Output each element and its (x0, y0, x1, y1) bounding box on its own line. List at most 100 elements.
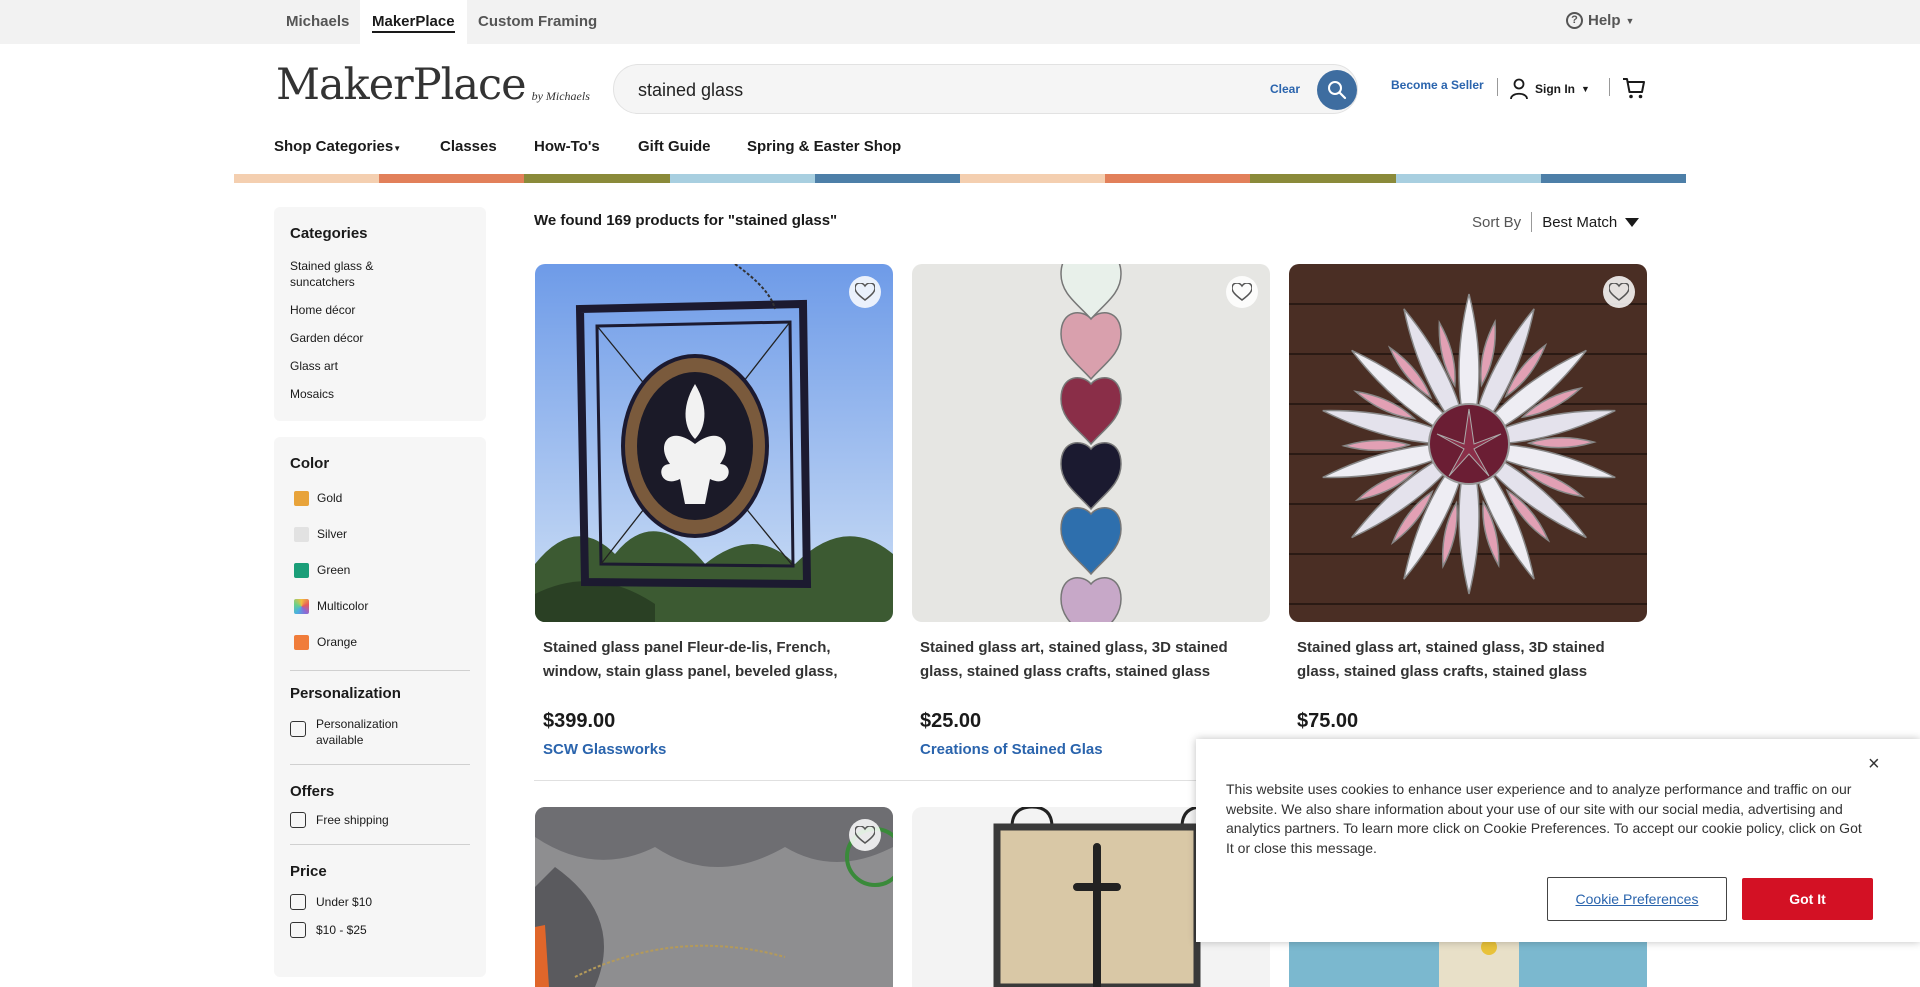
color-filter-gold[interactable]: Gold (290, 480, 470, 516)
color-swatch (294, 562, 309, 578)
cookie-message: This website uses cookies to enhance use… (1226, 781, 1862, 856)
category-home-decor[interactable]: Home décor (290, 302, 470, 318)
color-filter-orange[interactable]: Orange (290, 624, 470, 660)
category-mosaics[interactable]: Mosaics (290, 386, 470, 402)
product-price: $75.00 (1297, 710, 1359, 732)
close-icon[interactable]: × (1868, 753, 1880, 776)
help-menu[interactable]: ? Help ▼ (1566, 12, 1634, 29)
caret-down-icon: ▼ (393, 144, 402, 153)
header-divider (1497, 78, 1498, 96)
checkbox[interactable] (290, 812, 306, 828)
categories-panel: Categories Stained glass & suncatchers H… (274, 207, 486, 421)
search-button[interactable] (1317, 70, 1357, 110)
search-bar: Clear (613, 64, 1358, 114)
clear-button[interactable]: Clear (1270, 82, 1300, 96)
shop-name-link[interactable]: SCW Glassworks (543, 741, 885, 758)
color-label: Silver (317, 527, 348, 541)
stripe-segment (1105, 174, 1251, 183)
nav-shop-categories[interactable]: Shop Categories▼ (274, 138, 401, 158)
product-card[interactable]: Stained glass art, stained glass, 3D sta… (912, 264, 1270, 758)
category-stained-glass[interactable]: Stained glass & suncatchers (290, 258, 400, 290)
price-filter-under-10[interactable]: Under $10 (290, 894, 470, 910)
divider (290, 844, 470, 845)
help-icon: ? (1566, 12, 1583, 29)
personalization-filter[interactable]: Personalization available (290, 716, 470, 748)
product-title[interactable]: Stained glass panel Fleur-de-lis, French… (543, 636, 885, 684)
filters-panel: Color Gold Silver Green Multicolor Orang… (274, 437, 486, 977)
tab-michaels[interactable]: Michaels (274, 0, 361, 44)
nav-gift-guide[interactable]: Gift Guide (638, 138, 711, 158)
product-card[interactable]: Stained glass panel Fleur-de-lis, French… (535, 264, 893, 758)
product-title[interactable]: Stained glass art, stained glass, 3D sta… (920, 636, 1262, 684)
stripe-segment (1250, 174, 1396, 183)
got-it-button[interactable]: Got It (1742, 878, 1873, 920)
checkbox[interactable] (290, 894, 306, 910)
stripe-segment (379, 174, 525, 183)
help-label: Help (1588, 12, 1621, 29)
sort-dropdown[interactable]: Best Match (1542, 214, 1640, 231)
stripe-segment (814, 174, 961, 183)
favorite-button[interactable] (1226, 276, 1258, 308)
color-filter-green[interactable]: Green (290, 552, 470, 588)
favorite-button[interactable] (849, 819, 881, 851)
price-filter-10-25[interactable]: $10 - $25 (290, 922, 470, 938)
color-filter-silver[interactable]: Silver (290, 516, 470, 552)
checkbox[interactable] (290, 922, 306, 938)
product-title[interactable]: Stained glass art, stained glass, 3D sta… (1297, 636, 1639, 684)
divider (290, 670, 470, 671)
sort-label: Sort By (1472, 213, 1522, 231)
checkbox[interactable] (290, 721, 306, 737)
product-image[interactable] (535, 807, 893, 987)
heart-icon (855, 283, 875, 301)
product-price: $399.00 (543, 710, 616, 732)
tab-makerplace[interactable]: MakerPlace (360, 0, 467, 44)
category-glass-art[interactable]: Glass art (290, 358, 470, 374)
user-icon (1510, 78, 1528, 100)
search-input[interactable] (638, 75, 1218, 105)
nav-spring-easter-shop[interactable]: Spring & Easter Shop (747, 138, 901, 158)
heart-icon (1232, 283, 1252, 301)
color-label: Multicolor (317, 599, 369, 613)
logo-by-text: by Michaels (531, 89, 590, 103)
color-swatch (294, 490, 309, 506)
checkbox-label: Personalization available (316, 717, 399, 747)
favorite-button[interactable] (1603, 276, 1635, 308)
checkbox-label: Free shipping (316, 813, 389, 827)
sign-in-label: Sign In (1535, 82, 1575, 96)
caret-down-icon: ▼ (1625, 15, 1635, 26)
personalization-heading: Personalization (290, 685, 401, 702)
makerplace-logo[interactable]: MakerPlace by Michaels (276, 60, 590, 110)
category-garden-decor[interactable]: Garden décor (290, 330, 470, 346)
color-swatch (294, 598, 309, 614)
favorite-button[interactable] (849, 276, 881, 308)
color-swatch (294, 526, 309, 542)
sign-in-menu[interactable]: Sign In ▼ (1509, 78, 1590, 100)
stripe-segment (960, 174, 1106, 183)
free-shipping-filter[interactable]: Free shipping (290, 812, 470, 828)
heart-icon (855, 826, 875, 844)
cookie-banner: × This website uses cookies to enhance u… (1196, 739, 1920, 942)
become-seller-link[interactable]: Become a Seller (1391, 78, 1484, 92)
stripe-segment (1540, 174, 1687, 183)
cart-button[interactable] (1622, 76, 1646, 105)
color-label: Green (317, 563, 351, 577)
color-label: Orange (317, 635, 358, 649)
checkbox-label: Under $10 (316, 895, 373, 909)
product-image[interactable] (912, 264, 1270, 622)
product-price: $25.00 (920, 710, 982, 732)
nav-classes[interactable]: Classes (440, 138, 497, 158)
product-image[interactable] (1289, 264, 1647, 622)
stripe-segment (669, 174, 815, 183)
checkbox-label: $10 - $25 (316, 923, 367, 937)
nav-how-tos[interactable]: How-To's (534, 138, 600, 158)
offers-heading: Offers (290, 783, 335, 800)
sort-control: Sort By Best Match (1472, 212, 1640, 232)
color-label: Gold (317, 491, 343, 505)
tab-custom-framing[interactable]: Custom Framing (466, 0, 609, 44)
cookie-preferences-button[interactable]: Cookie Preferences (1547, 877, 1727, 921)
product-image[interactable] (535, 264, 893, 622)
color-filter-multicolor[interactable]: Multicolor (290, 588, 470, 624)
product-card[interactable]: Stained glass art, stained glass, 3D sta… (1289, 264, 1647, 733)
color-swatch (294, 634, 309, 650)
top-bar: Michaels MakerPlace Custom Framing ? Hel… (0, 0, 1920, 44)
